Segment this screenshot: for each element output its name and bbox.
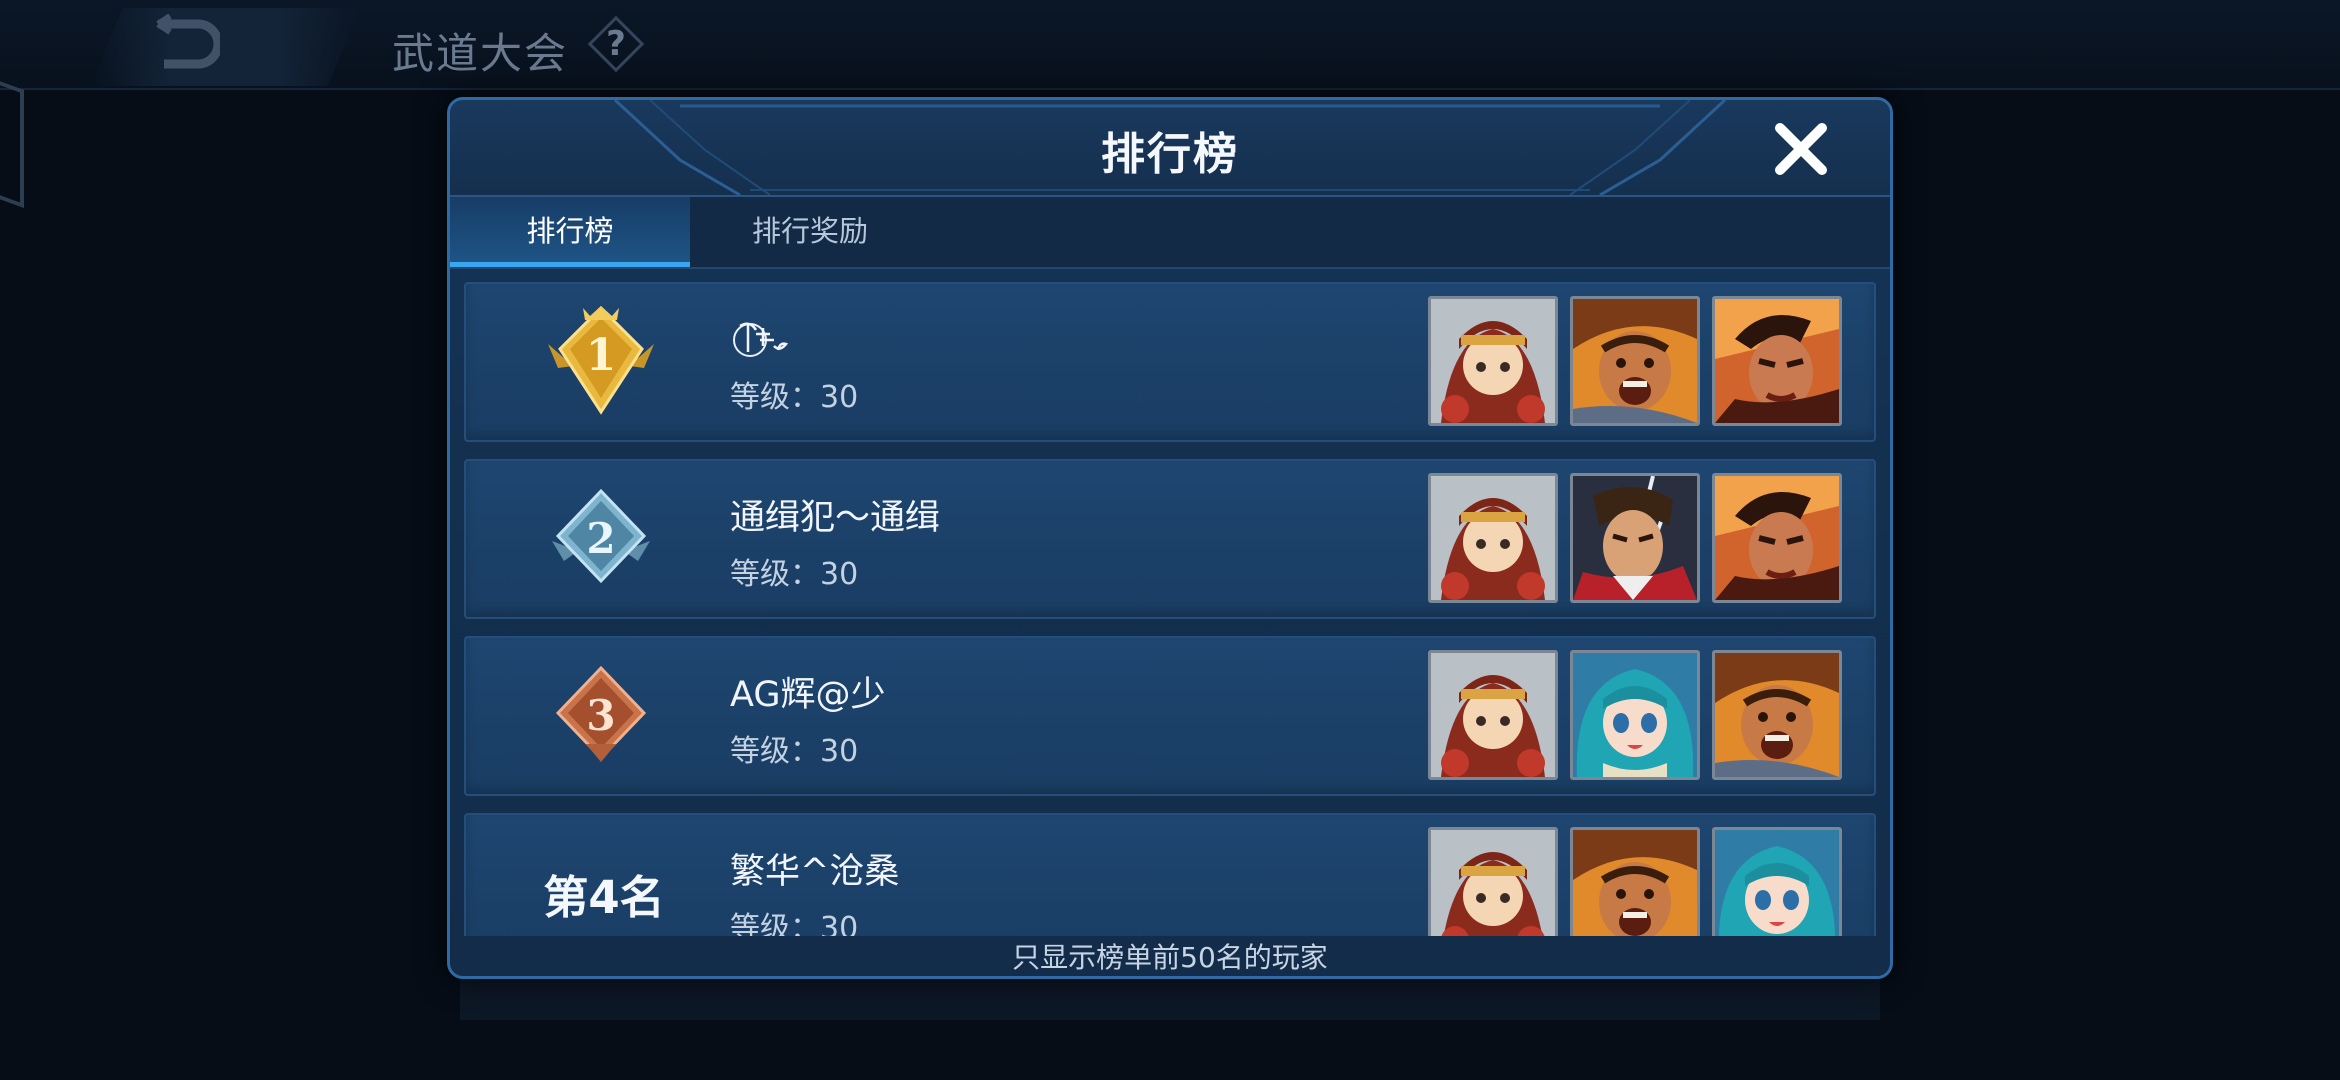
footer-note: 只显示榜单前50名的玩家 [1012, 941, 1328, 974]
page-title: 武道大会 [392, 29, 569, 78]
back-button[interactable] [90, 8, 360, 86]
back-arrow-icon[interactable] [150, 14, 220, 74]
hero-avatar[interactable] [1428, 473, 1558, 603]
girl-hero-portrait-icon [1431, 653, 1555, 777]
player-level: 等级：30 [730, 557, 859, 592]
background-panel [460, 975, 1880, 1020]
hero-avatar[interactable] [1570, 827, 1700, 936]
hero-avatar[interactable] [1570, 296, 1700, 426]
player-name: AG辉@少 [730, 675, 886, 715]
hero-avatar[interactable] [1712, 650, 1842, 780]
svg-text:3: 3 [586, 691, 615, 740]
player-name: 通缉犯～通缉 [730, 498, 941, 538]
svg-text:1: 1 [586, 330, 617, 381]
leaderboard-modal: 排行榜 排行榜 排行奖励 1 等级：30 2 通缉犯～通缉 等级：30 3 AG… [447, 97, 1893, 979]
help-icon[interactable]: ? [592, 20, 640, 68]
hero-avatar[interactable] [1712, 473, 1842, 603]
tab-leaderboard[interactable]: 排行榜 [450, 197, 690, 267]
lightning-warrior-portrait-icon [1573, 476, 1697, 600]
svg-text:2: 2 [586, 514, 615, 563]
girl-hero-portrait-icon [1431, 299, 1555, 423]
hero-avatar[interactable] [1428, 827, 1558, 936]
close-button[interactable] [1768, 116, 1834, 182]
modal-title: 排行榜 [1101, 129, 1239, 180]
rank-row-3[interactable]: 3 AG辉@少 等级：30 [464, 636, 1876, 796]
roaring-warrior-portrait-icon [1573, 830, 1697, 936]
player-level: 等级：30 [730, 380, 859, 415]
player-name: 繁华^沧桑 [730, 852, 900, 892]
rank-label: 第4名 [543, 871, 665, 924]
rank-row-1[interactable]: 1 等级：30 [464, 282, 1876, 442]
roaring-warrior-portrait-icon [1573, 299, 1697, 423]
teal-haired-girl-portrait-icon [1715, 830, 1839, 936]
player-signature-icon [733, 322, 789, 357]
hero-avatar[interactable] [1428, 650, 1558, 780]
gold-rank-badge-icon: 1 [538, 304, 664, 420]
roaring-warrior-portrait-icon [1715, 653, 1839, 777]
hero-avatar[interactable] [1712, 296, 1842, 426]
rank-row-2[interactable]: 2 通缉犯～通缉 等级：30 [464, 459, 1876, 619]
hero-avatar[interactable] [1712, 827, 1842, 936]
hero-avatar[interactable] [1570, 650, 1700, 780]
red-warrior-portrait-icon [1715, 476, 1839, 600]
modal-header: 排行榜 [450, 100, 1890, 197]
girl-hero-portrait-icon [1431, 830, 1555, 936]
player-level: 等级：30 [730, 911, 859, 936]
tab-rewards[interactable]: 排行奖励 [690, 197, 930, 267]
rank-list[interactable]: 1 等级：30 2 通缉犯～通缉 等级：30 3 AG辉@少 等级：30 第4名… [464, 282, 1876, 936]
player-level: 等级：30 [730, 734, 859, 769]
player-name [730, 312, 790, 371]
silver-rank-badge-icon: 2 [538, 481, 664, 597]
tab-bar: 排行榜 排行奖励 [450, 197, 1890, 269]
girl-hero-portrait-icon [1431, 476, 1555, 600]
rank-row-4[interactable]: 第4名 繁华^沧桑 等级：30 [464, 813, 1876, 936]
hero-avatar[interactable] [1570, 473, 1700, 603]
side-decoration [0, 73, 24, 209]
hero-avatar[interactable] [1428, 296, 1558, 426]
red-warrior-portrait-icon [1715, 299, 1839, 423]
teal-haired-girl-portrait-icon [1573, 653, 1697, 777]
bronze-rank-badge-icon: 3 [538, 658, 664, 774]
close-icon[interactable] [1768, 116, 1834, 182]
